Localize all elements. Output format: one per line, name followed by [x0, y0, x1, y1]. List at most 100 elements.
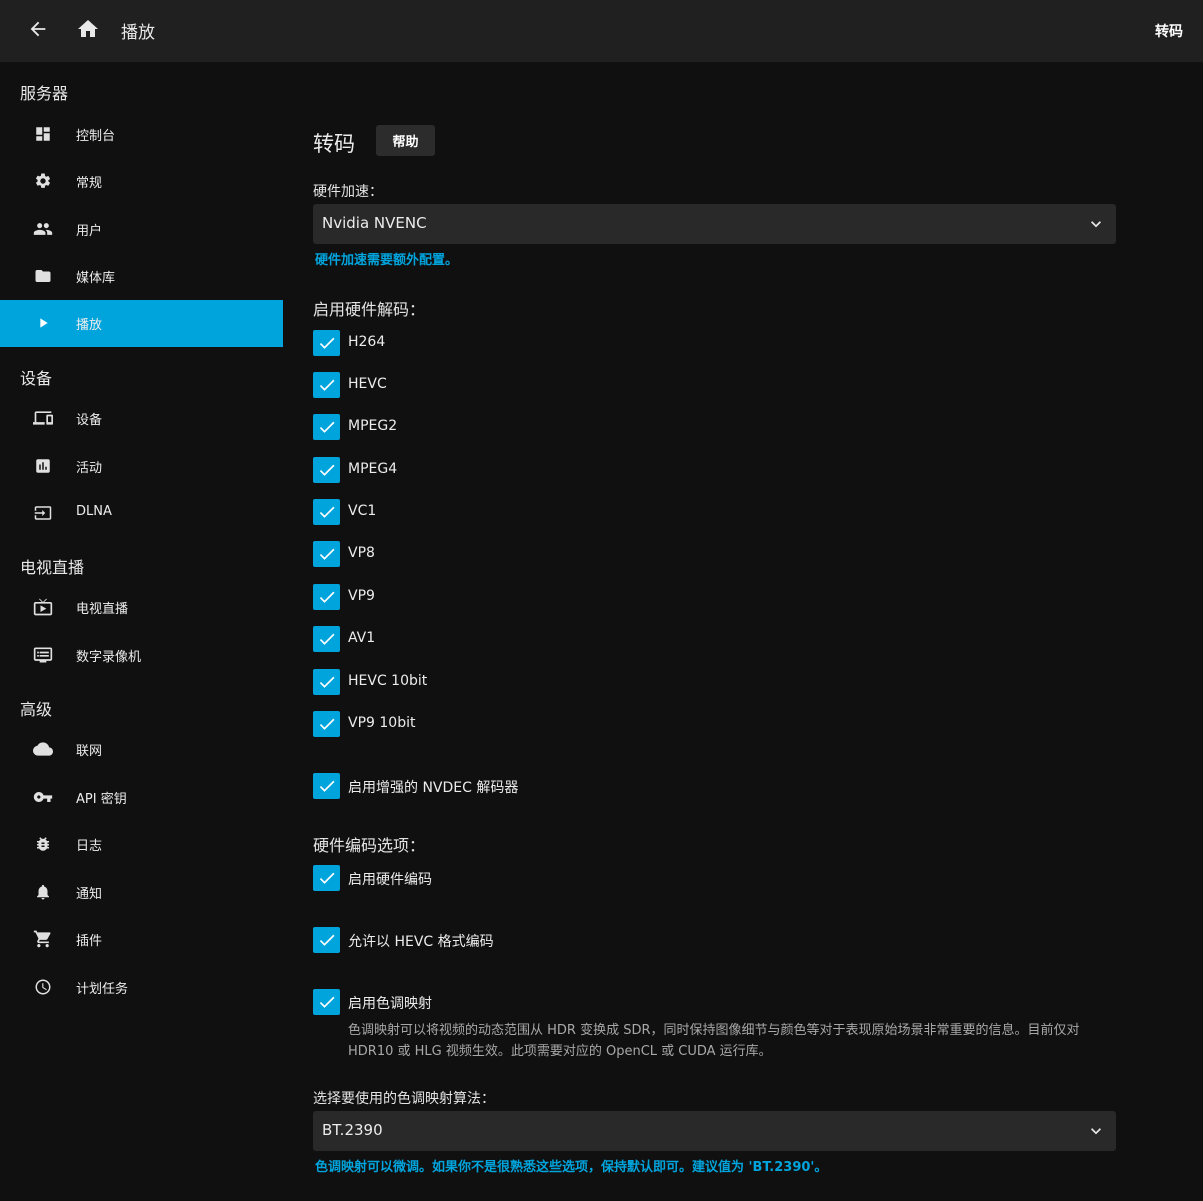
tonemap-algo-select[interactable]: BT.2390 [313, 1111, 1116, 1151]
tonemap-algo-label: 选择要使用的色调映射算法： [313, 1091, 495, 1107]
sidebar-item-plugins[interactable]: 插件 [0, 916, 283, 963]
hw-accel-value: Nvidia NVENC [322, 214, 427, 232]
folder-icon [33, 266, 53, 286]
checkbox-checked-icon [313, 989, 340, 1015]
cart-icon [33, 929, 53, 949]
bell-icon [33, 882, 53, 902]
checkbox-checked-icon [313, 626, 340, 652]
codec-label: VP9 [348, 588, 375, 604]
users-icon [33, 219, 53, 239]
sidebar-section-server: 服务器 [20, 84, 69, 103]
sidebar-section-advanced: 高级 [20, 700, 53, 719]
sidebar-item-dlna[interactable]: DLNA [0, 490, 283, 537]
page-header-title: 播放 [121, 23, 155, 43]
checkbox-checked-icon [313, 457, 340, 483]
hw-accel-hint-link[interactable]: 硬件加速需要额外配置。 [315, 249, 458, 268]
sidebar-item-playback[interactable]: 播放 [0, 300, 283, 347]
sidebar-item-api-keys[interactable]: API 密钥 [0, 774, 283, 821]
codec-label: AV1 [348, 630, 376, 646]
dashboard-icon [33, 124, 53, 144]
key-icon [33, 787, 53, 807]
activity-icon [33, 456, 53, 476]
sidebar-item-dashboard[interactable]: 控制台 [0, 111, 283, 158]
sidebar-item-label: 日志 [76, 839, 103, 854]
app-header: 播放 转码 [0, 0, 1203, 62]
codec-label: HEVC 10bit [348, 673, 428, 689]
clock-icon [33, 977, 53, 997]
codec-label: H264 [348, 334, 386, 350]
sidebar-item-label: 通知 [76, 887, 103, 902]
sidebar-item-notifications[interactable]: 通知 [0, 869, 283, 916]
devices-icon [33, 408, 53, 428]
sidebar-item-logs[interactable]: 日志 [0, 821, 283, 868]
nvdec-label: 启用增强的 NVDEC 解码器 [348, 780, 519, 796]
back-button[interactable] [22, 13, 54, 45]
tone-mapping-description: 色调映射可以将视频的动态范围从 HDR 变换成 SDR，同时保持图像细节与颜色等… [348, 1023, 1080, 1059]
sidebar-item-scheduled-tasks[interactable]: 计划任务 [0, 964, 283, 1011]
codec-label: VP8 [348, 545, 375, 561]
chevron-down-icon [1091, 221, 1101, 228]
hw-accel-select[interactable]: Nvidia NVENC [313, 204, 1116, 244]
sidebar-item-label: 计划任务 [76, 982, 129, 997]
checkbox-checked-icon [313, 499, 340, 525]
sidebar-item-label: 电视直播 [76, 602, 129, 617]
tone-mapping-label: 启用色调映射 [348, 996, 432, 1012]
sidebar-item-label: DLNA [76, 504, 112, 519]
codec-label: VC1 [348, 503, 377, 519]
gear-icon [33, 171, 53, 191]
sidebar-item-dvr[interactable]: 数字录像机 [0, 632, 283, 679]
sidebar-item-libraries[interactable]: 媒体库 [0, 253, 283, 300]
codec-label: MPEG4 [348, 461, 398, 477]
bug-icon [33, 834, 53, 854]
allow-hevc-encoding-label: 允许以 HEVC 格式编码 [348, 934, 494, 950]
codec-label: MPEG2 [348, 418, 398, 434]
checkbox-checked-icon [313, 414, 340, 440]
checkbox-checked-icon [313, 865, 340, 891]
sidebar-item-users[interactable]: 用户 [0, 206, 283, 253]
sidebar-section-livetv: 电视直播 [20, 558, 85, 577]
checkbox-checked-icon [313, 773, 340, 799]
checkbox-checked-icon [313, 330, 340, 356]
codec-label: VP9 10bit [348, 715, 416, 731]
sidebar-item-label: 联网 [76, 744, 103, 759]
home-icon [78, 20, 98, 37]
home-button[interactable] [72, 13, 104, 45]
codec-label: HEVC [348, 376, 387, 392]
cloud-icon [33, 739, 53, 759]
sidebar-item-label: 活动 [76, 461, 103, 476]
sidebar-section-devices: 设备 [20, 369, 53, 388]
checkbox-checked-icon [313, 669, 340, 695]
header-section-label[interactable]: 转码 [1155, 21, 1183, 41]
help-button[interactable]: 帮助 [376, 125, 435, 156]
hw-encoding-label: 硬件编码选项： [313, 836, 426, 855]
input-icon [33, 503, 53, 523]
sidebar-item-label: 设备 [76, 413, 103, 428]
sidebar-item-devices[interactable]: 设备 [0, 395, 283, 442]
sidebar-item-label: API 密钥 [76, 792, 127, 807]
sidebar-item-activity[interactable]: 活动 [0, 443, 283, 490]
sidebar-item-label: 数字录像机 [76, 650, 142, 665]
arrow-back-icon [30, 21, 46, 37]
sidebar-item-label: 媒体库 [76, 271, 116, 286]
sidebar-item-label: 控制台 [76, 129, 116, 144]
sidebar-item-networking[interactable]: 联网 [0, 726, 283, 773]
hw-accel-label: 硬件加速： [313, 184, 383, 200]
hw-decoding-label: 启用硬件解码： [313, 300, 426, 319]
checkbox-checked-icon [313, 541, 340, 567]
sidebar-item-label: 用户 [76, 224, 103, 239]
checkbox-checked-icon [313, 927, 340, 953]
checkbox-checked-icon [313, 372, 340, 398]
checkbox-checked-icon [313, 584, 340, 610]
chevron-down-icon [1091, 1128, 1101, 1135]
tonemap-algo-value: BT.2390 [322, 1121, 383, 1139]
sidebar: 服务器 控制台 常规 用户 媒体库 播放 设备 设备 活动 DLNA 电视直播 … [0, 62, 283, 1201]
tonemap-algo-hint: 色调映射可以微调。如果你不是很熟悉这些选项，保持默认即可。建议值为 'BT.23… [315, 1160, 828, 1175]
sidebar-item-livetv[interactable]: 电视直播 [0, 584, 283, 631]
checkbox-checked-icon [313, 711, 340, 737]
play-icon [33, 313, 53, 333]
page-title: 转码 [313, 132, 355, 156]
sidebar-item-label: 播放 [76, 318, 103, 333]
sidebar-item-label: 常规 [76, 176, 103, 191]
sidebar-item-general[interactable]: 常规 [0, 158, 283, 205]
sidebar-item-label: 插件 [76, 934, 103, 949]
